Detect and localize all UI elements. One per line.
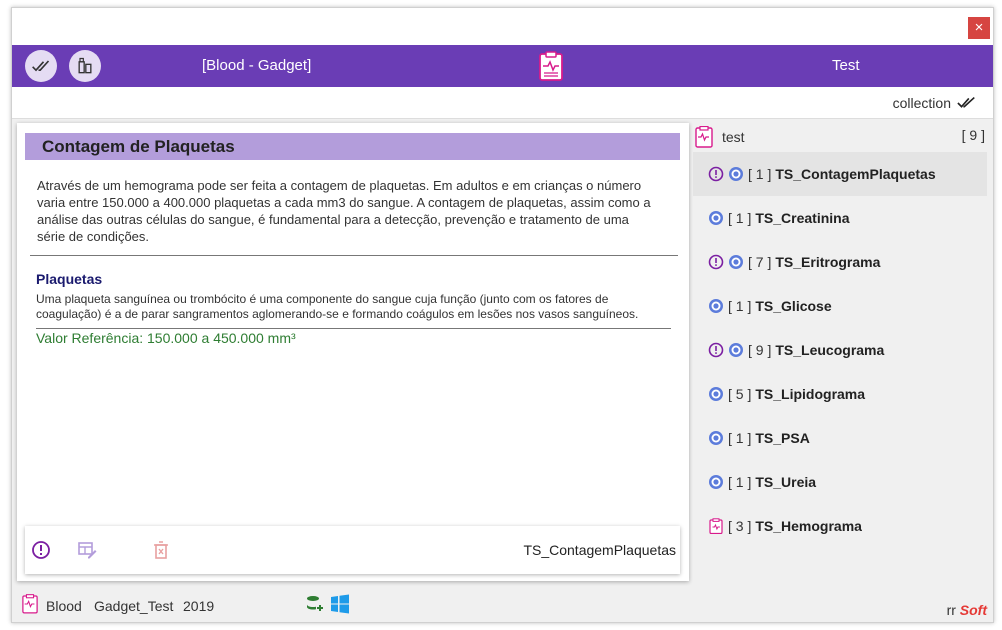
reference-value: Valor Referência: 150.000 a 450.000 mm³ bbox=[36, 330, 296, 346]
test-list-name: test bbox=[722, 129, 745, 145]
double-check-icon bbox=[32, 60, 50, 72]
clipboard-pulse-icon bbox=[22, 594, 38, 614]
test-list-item[interactable]: [ 5 ] TS_Lipidograma bbox=[693, 372, 987, 416]
alert-icon bbox=[708, 342, 724, 358]
test-item-name: TS_Ureia bbox=[755, 474, 817, 490]
test-list-item[interactable]: [ 7 ] TS_Eritrograma bbox=[693, 240, 987, 284]
alert-icon[interactable] bbox=[31, 540, 51, 560]
test-item-name: TS_Glicose bbox=[755, 298, 832, 314]
user-label: Test bbox=[832, 57, 860, 74]
test-list-item[interactable]: [ 1 ] TS_Glicose bbox=[693, 284, 987, 328]
test-list-item[interactable]: [ 3 ] TS_Hemograma bbox=[693, 504, 987, 548]
target-icon bbox=[709, 431, 723, 445]
detail-intro: Através de um hemograma pode ser feita a… bbox=[37, 178, 651, 244]
alert-icon bbox=[708, 254, 724, 270]
alert-icon bbox=[708, 166, 724, 182]
clipboard-pulse-icon bbox=[539, 51, 563, 81]
test-list-item[interactable]: [ 1 ] TS_ContagemPlaquetas bbox=[693, 152, 987, 196]
database-add-icon[interactable] bbox=[306, 595, 324, 613]
test-item-name: TS_Hemograma bbox=[755, 518, 862, 534]
test-list-panel: test [ 9 ] [ 1 ] TS_ContagemPlaquetas[ 1 … bbox=[693, 123, 993, 583]
status-bar: Blood Gadget_Test 2019 rr Soft bbox=[12, 590, 993, 624]
test-list-item[interactable]: [ 1 ] TS_Creatinina bbox=[693, 196, 987, 240]
delete-icon[interactable] bbox=[151, 540, 171, 560]
selected-test-label: TS_ContagemPlaquetas bbox=[523, 542, 676, 558]
test-list-item[interactable]: [ 1 ] TS_Ureia bbox=[693, 460, 987, 504]
test-item-count: [ 7 ] bbox=[748, 254, 772, 270]
collection-label: collection bbox=[892, 95, 951, 111]
target-icon bbox=[729, 343, 743, 357]
bottles-button[interactable] bbox=[69, 50, 101, 82]
clipboard-pulse-icon bbox=[695, 126, 713, 148]
detail-title: Contagem de Plaquetas bbox=[42, 137, 235, 156]
brand-prefix: rr bbox=[946, 602, 956, 618]
target-icon bbox=[709, 387, 723, 401]
footer-gadget: Gadget_Test bbox=[94, 598, 174, 614]
target-icon bbox=[709, 211, 723, 225]
test-item-name: TS_Eritrograma bbox=[775, 254, 881, 270]
test-item-name: TS_Leucograma bbox=[775, 342, 885, 358]
test-list-header: test [ 9 ] bbox=[693, 123, 989, 151]
test-item-count: [ 9 ] bbox=[748, 342, 772, 358]
test-list-item[interactable]: [ 1 ] TS_PSA bbox=[693, 416, 987, 460]
footer-blood: Blood bbox=[46, 598, 82, 614]
test-item-name: TS_Lipidograma bbox=[755, 386, 866, 402]
divider bbox=[36, 328, 671, 329]
double-check-icon bbox=[957, 96, 975, 108]
test-item-name: TS_ContagemPlaquetas bbox=[775, 166, 936, 182]
close-button[interactable]: × bbox=[968, 17, 990, 39]
collection-bar: collection bbox=[12, 87, 993, 119]
detail-header: Contagem de Plaquetas bbox=[25, 133, 680, 160]
test-detail-panel: Contagem de Plaquetas Através de um hemo… bbox=[17, 123, 689, 581]
windows-icon[interactable] bbox=[330, 594, 350, 614]
test-list-count: [ 9 ] bbox=[961, 127, 985, 143]
app-window: × [Blood - Gadget] Test collection Conta… bbox=[11, 7, 994, 623]
test-item-count: [ 1 ] bbox=[728, 210, 752, 226]
test-item-name: TS_Creatinina bbox=[755, 210, 850, 226]
app-bar: [Blood - Gadget] Test bbox=[12, 45, 993, 87]
footer-year: 2019 bbox=[183, 598, 215, 614]
check-all-button[interactable] bbox=[25, 50, 57, 82]
test-item-count: [ 1 ] bbox=[728, 430, 752, 446]
test-list: [ 1 ] TS_ContagemPlaquetas[ 1 ] TS_Creatin… bbox=[693, 152, 987, 548]
brand-logo: rr Soft bbox=[947, 602, 987, 618]
target-icon bbox=[729, 167, 743, 181]
target-icon bbox=[729, 255, 743, 269]
brand-name: Soft bbox=[959, 602, 987, 618]
test-list-item[interactable]: [ 9 ] TS_Leucograma bbox=[693, 328, 987, 372]
collection-button[interactable]: collection bbox=[893, 95, 977, 111]
target-icon bbox=[709, 299, 723, 313]
section-body: Uma plaqueta sanguínea ou trombócito é u… bbox=[36, 292, 639, 321]
section-title: Plaquetas bbox=[36, 271, 103, 287]
test-item-count: [ 3 ] bbox=[728, 518, 752, 534]
clipboard-icon bbox=[709, 518, 723, 534]
test-item-name: TS_PSA bbox=[755, 430, 810, 446]
title-bar: × bbox=[12, 8, 993, 45]
test-item-count: [ 5 ] bbox=[728, 386, 752, 402]
test-item-count: [ 1 ] bbox=[728, 298, 752, 314]
edit-table-icon[interactable] bbox=[77, 540, 97, 560]
bottles-icon bbox=[78, 57, 92, 74]
test-item-count: [ 1 ] bbox=[728, 474, 752, 490]
target-icon bbox=[709, 475, 723, 489]
divider bbox=[30, 255, 678, 256]
detail-action-bar: TS_ContagemPlaquetas bbox=[25, 526, 680, 574]
test-item-count: [ 1 ] bbox=[748, 166, 772, 182]
app-title: [Blood - Gadget] bbox=[202, 57, 312, 74]
